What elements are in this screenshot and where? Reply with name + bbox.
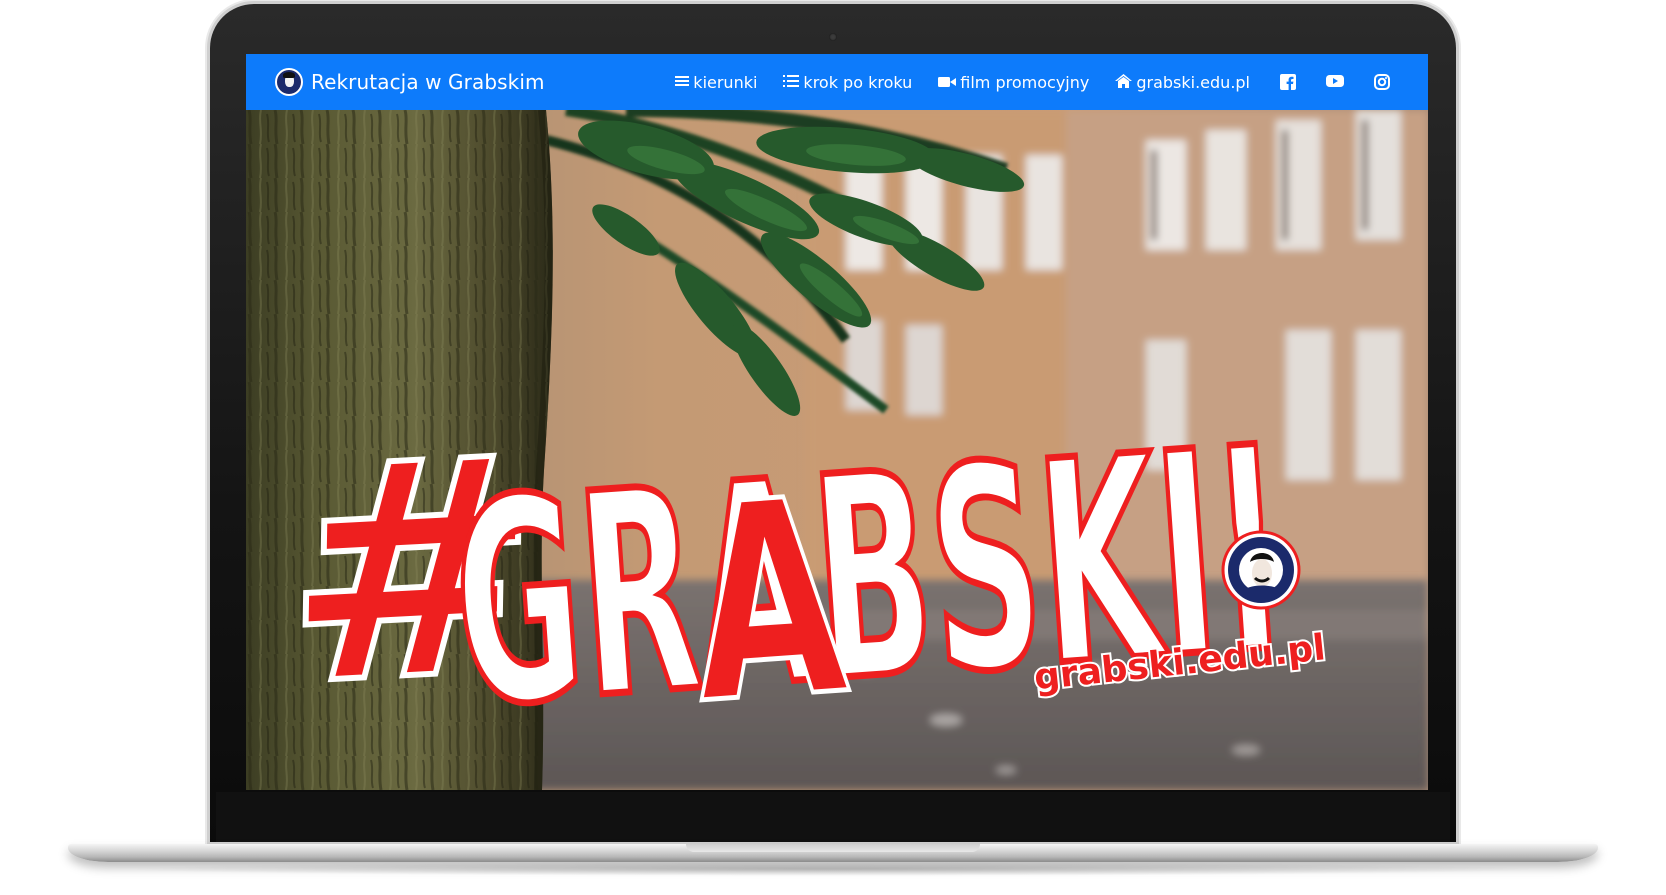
instagram-icon[interactable] bbox=[1374, 74, 1390, 90]
youtube-icon[interactable] bbox=[1326, 74, 1344, 90]
headline-red-letter: A bbox=[683, 439, 856, 764]
bars-icon bbox=[675, 73, 690, 92]
laptop-bottom-bezel bbox=[216, 792, 1450, 842]
home-icon bbox=[1115, 73, 1133, 92]
headline-grabski: GRABSKI! bbox=[445, 387, 1296, 770]
webcam bbox=[829, 33, 837, 41]
nav-link-grabski-edu-pl[interactable]: grabski.edu.pl bbox=[1115, 73, 1250, 92]
hero-banner: # GRABSKI! A grabski.edu.pl bbox=[246, 110, 1428, 790]
school-logo-icon bbox=[275, 68, 303, 96]
nav-link-film-promocyjny[interactable]: film promocyjny bbox=[938, 73, 1089, 92]
laptop-notch bbox=[686, 844, 980, 852]
list-ol-icon bbox=[783, 73, 800, 92]
laptop-shadow bbox=[120, 862, 1546, 876]
nav-link-kierunki[interactable]: kierunki bbox=[675, 73, 757, 92]
brand-title: Rekrutacja w Grabskim bbox=[311, 70, 545, 94]
facebook-icon[interactable] bbox=[1280, 74, 1296, 90]
nav-link-label: krok po kroku bbox=[803, 72, 913, 92]
navbar-brand[interactable]: Rekrutacja w Grabskim bbox=[275, 68, 545, 96]
navbar: Rekrutacja w Grabskim kierunki krok po k… bbox=[246, 54, 1428, 110]
nav-links: kierunki krok po kroku film promocyjny g… bbox=[649, 54, 1390, 110]
nav-link-label: film promocyjny bbox=[960, 72, 1090, 92]
nav-link-krok-po-kroku[interactable]: krok po kroku bbox=[783, 73, 912, 92]
nav-link-label: grabski.edu.pl bbox=[1136, 72, 1250, 92]
hero-image: # GRABSKI! A grabski.edu.pl bbox=[246, 110, 1428, 790]
laptop-mockup: Rekrutacja w Grabskim kierunki krok po k… bbox=[0, 0, 1666, 895]
laptop-screen: Rekrutacja w Grabskim kierunki krok po k… bbox=[246, 54, 1428, 790]
video-icon bbox=[938, 73, 957, 92]
school-seal-icon bbox=[1221, 530, 1301, 610]
nav-link-label: kierunki bbox=[693, 72, 758, 92]
